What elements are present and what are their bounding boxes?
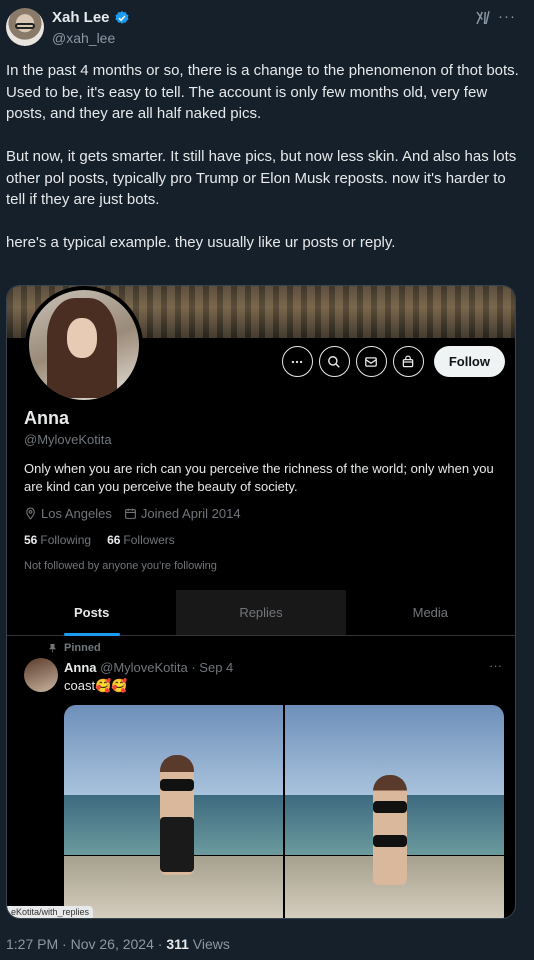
profile-follow-stats: 56 Following 66 Followers: [24, 533, 175, 547]
location-pin-icon: [26, 507, 35, 520]
followers-stat: 66 Followers: [107, 533, 175, 547]
location-text: Los Angeles: [41, 506, 112, 521]
verified-badge-icon: [114, 10, 129, 24]
more-icon: [281, 346, 313, 377]
tab-replies: Replies: [176, 590, 346, 635]
post-photos: [64, 705, 504, 918]
joined-text: Joined April 2014: [140, 506, 241, 521]
tab-media: Media: [412, 605, 449, 620]
profile-action-row: Follow: [281, 346, 505, 377]
author-handle[interactable]: @xah_lee: [52, 30, 115, 46]
search-icon: [318, 346, 350, 377]
author-avatar[interactable]: [6, 8, 44, 46]
pin-icon: [49, 643, 56, 653]
profile-bio: Only when you are rich can you perceive …: [24, 461, 494, 494]
profile-joined: Joined April 2014: [124, 506, 241, 521]
calendar-icon: [124, 508, 136, 519]
post-handle-date: @MyloveKotita · Sep 4: [100, 660, 234, 675]
shop-icon: [392, 346, 424, 377]
not-followed-note: Not followed by anyone you're following: [24, 560, 217, 572]
profile-location: Los Angeles: [24, 506, 112, 521]
tab-posts: Posts: [7, 590, 176, 635]
post-author: Anna: [64, 660, 97, 675]
tweet-media-image[interactable]: Follow Anna @MyloveKotita Only when you …: [6, 285, 516, 919]
post-more-icon: ···: [489, 658, 502, 673]
author-name-row[interactable]: Xah Lee: [52, 9, 130, 26]
grok-icon[interactable]: [474, 9, 492, 27]
screenshot-watermark: eKotita/with_replies: [7, 906, 94, 918]
tweet-text: In the past 4 months or so, there is a c…: [6, 62, 519, 251]
tweet-header: Xah Lee @xah_lee ···: [0, 0, 534, 56]
profile-tabs: Posts Replies Media: [7, 590, 515, 636]
views-count: 311: [166, 936, 189, 952]
profile-handle: @MyloveKotita: [24, 432, 112, 447]
more-options-icon[interactable]: ···: [498, 8, 516, 25]
post-text: coast🥰🥰: [64, 678, 128, 693]
views-label: Views: [188, 936, 230, 952]
tweet-footer: 1:27 PM · Nov 26, 2024 · 311 Views: [6, 936, 230, 952]
post-avatar: [24, 658, 58, 692]
follow-button: Follow: [433, 346, 505, 377]
author-name[interactable]: Xah Lee: [52, 9, 110, 26]
beach-photo-1: [64, 705, 283, 918]
tweet-timestamp[interactable]: 1:27 PM · Nov 26, 2024 ·: [6, 936, 166, 952]
message-icon: [355, 346, 387, 377]
following-stat: 56 Following: [24, 533, 92, 547]
profile-meta: Los Angeles Joined April 2014: [24, 506, 241, 521]
profile-picture: [25, 286, 143, 404]
pinned-label: Pinned: [47, 642, 101, 654]
beach-photo-2: [285, 705, 504, 918]
profile-name: Anna: [24, 408, 69, 428]
post-header: Anna @MyloveKotita · Sep 4: [64, 660, 233, 675]
